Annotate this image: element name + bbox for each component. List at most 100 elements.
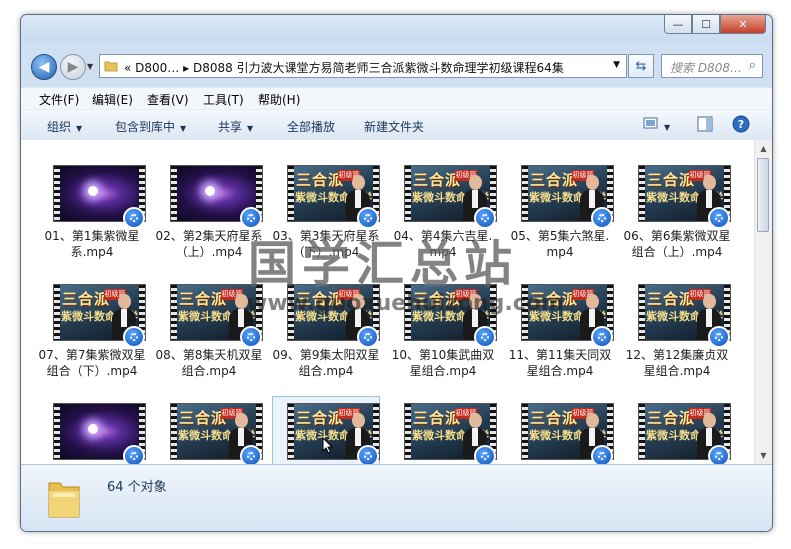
scrollbar-thumb[interactable]	[757, 158, 769, 232]
file-item[interactable]: 三合派初级篇紫微斗数命理学17、第17集星耀	[505, 395, 615, 464]
title-bar: — ☐ ✕	[21, 15, 772, 43]
media-player-icon	[708, 207, 730, 229]
file-item[interactable]: 02、第2集天府星系（上）.mp4	[154, 157, 264, 277]
file-item[interactable]: 13、第13集四化	[37, 395, 147, 464]
preview-pane-button[interactable]	[697, 116, 713, 135]
help-icon: ?	[732, 115, 750, 133]
file-thumbnail-frame: 三合派 初级篇 紫微斗数命理学	[156, 278, 263, 348]
thumbnail-title: 三合派	[647, 290, 696, 308]
help-button[interactable]: ?	[732, 115, 750, 136]
file-item[interactable]: 三合派 初级篇 紫微斗数命理学 06、第6集紫微双星组合（上）.mp4	[622, 157, 732, 277]
preview-pane-icon	[697, 116, 713, 132]
arrow-right-icon: ▶	[67, 59, 79, 75]
file-thumbnail-frame: 三合派 初级篇 紫微斗数命理学	[507, 278, 614, 348]
refresh-icon: ⇆	[635, 58, 647, 74]
vertical-scrollbar[interactable]: ▲ ▼	[754, 140, 772, 464]
maximize-button[interactable]: ☐	[692, 15, 720, 34]
film-strip	[405, 404, 411, 459]
film-strip	[171, 404, 177, 459]
media-player-icon	[357, 207, 379, 229]
thumbnail-title: 三合派	[296, 290, 345, 308]
file-thumbnail-frame: 三合派 初级篇 紫微斗数命理学	[507, 159, 614, 229]
forward-button[interactable]: ▶	[60, 54, 86, 80]
thumbnail-title: 三合派	[647, 171, 696, 189]
command-bar: 组织 ▼ 包含到库中 ▼ 共享 ▼ 全部播放 新建文件夹 ▼ ?	[21, 109, 772, 141]
file-name: 08、第8集天机双星组合.mp4	[155, 348, 263, 378]
breadcrumb[interactable]: « D800… ▸ D8088 引力波大课堂方易简老师三合派紫微斗数命理学初级课…	[124, 59, 564, 76]
file-item[interactable]: 三合派 初级篇 紫微斗数命理学 07、第7集紫微双星组合（下）.mp4	[37, 276, 147, 396]
file-item[interactable]: 三合派 初级篇 紫微斗数命理学 10、第10集武曲双星组合.mp4	[388, 276, 498, 396]
address-bar[interactable]: « D800… ▸ D8088 引力波大课堂方易简老师三合派紫微斗数命理学初级课…	[99, 54, 627, 78]
media-player-icon	[240, 207, 262, 229]
file-name: 01、第1集紫微星系.mp4	[44, 229, 140, 259]
play-all-button[interactable]: 全部播放	[287, 118, 335, 135]
media-player-icon	[708, 326, 730, 348]
file-name: 06、第6集紫微双星组合（上）.mp4	[623, 229, 731, 259]
file-thumbnail-frame: 三合派 初级篇 紫微斗数命理学	[390, 159, 497, 229]
film-strip	[288, 285, 294, 340]
file-item[interactable]: 三合派 初级篇 紫微斗数命理学 03、第3集天府星系（下）.mp4	[271, 157, 381, 277]
file-item[interactable]: 三合派初级篇紫微斗数命理学14、第14集四化	[154, 395, 264, 464]
file-thumbnail-frame: 三合派 初级篇 紫微斗数命理学	[624, 159, 731, 229]
search-placeholder: 搜索 D808…	[670, 61, 742, 75]
file-item[interactable]: 三合派初级篇紫微斗数命理学16、第16集星耀	[388, 395, 498, 464]
scroll-down-button[interactable]: ▼	[755, 447, 772, 464]
navigation-row: ◀ ▶ ▼ « D800… ▸ D8088 引力波大课堂方易简老师三合派紫微斗数…	[21, 51, 772, 81]
thumbnail-title: 三合派	[62, 290, 111, 308]
thumbnail-title: 三合派	[296, 409, 345, 427]
thumbnail-title: 三合派	[413, 290, 462, 308]
file-thumbnail-frame: 三合派 初级篇 紫微斗数命理学	[39, 278, 146, 348]
file-item[interactable]: 三合派 初级篇 紫微斗数命理学 05、第5集六煞星.mp4	[505, 157, 615, 277]
recent-pages-dropdown[interactable]: ▼	[87, 62, 93, 71]
caption-buttons: — ☐ ✕	[664, 15, 766, 35]
close-button[interactable]: ✕	[720, 15, 766, 34]
search-icon[interactable]: ⌕	[749, 58, 756, 73]
thumbnail-title: 三合派	[179, 290, 228, 308]
film-strip	[54, 166, 60, 221]
galaxy-star	[205, 186, 215, 196]
film-strip	[639, 166, 645, 221]
file-name: 03、第3集天府星系（下）.mp4	[272, 229, 380, 259]
menu-help[interactable]: 帮助(H)	[258, 91, 300, 108]
organize-button[interactable]: 组织 ▼	[47, 118, 82, 135]
file-item[interactable]: 三合派 初级篇 紫微斗数命理学 11、第11集天同双星组合.mp4	[505, 276, 615, 396]
media-player-icon	[708, 445, 730, 464]
share-button[interactable]: 共享 ▼	[218, 118, 253, 135]
file-thumbnail-frame: 三合派 初级篇 紫微斗数命理学	[156, 397, 263, 464]
menu-edit[interactable]: 编辑(E)	[92, 91, 133, 108]
media-player-icon	[123, 207, 145, 229]
menu-file[interactable]: 文件(F)	[39, 91, 79, 108]
back-button[interactable]: ◀	[31, 54, 57, 80]
file-item[interactable]: 三合派初级篇紫微斗数命理学18、第18集星耀	[622, 395, 732, 464]
file-thumbnail-frame	[39, 397, 146, 464]
arrow-left-icon: ◀	[38, 59, 50, 75]
file-item[interactable]: 三合派 初级篇 紫微斗数命理学 04、第4集六吉星.mp4	[388, 157, 498, 277]
file-name: 11、第11集天同双星组合.mp4	[508, 348, 612, 378]
scroll-up-button[interactable]: ▲	[755, 140, 772, 157]
file-item[interactable]: 01、第1集紫微星系.mp4	[37, 157, 147, 277]
include-library-button[interactable]: 包含到库中 ▼	[115, 118, 186, 135]
file-thumbnail-frame: 三合派 初级篇 紫微斗数命理学	[390, 397, 497, 464]
include-library-label: 包含到库中	[115, 120, 176, 134]
new-folder-button[interactable]: 新建文件夹	[364, 118, 424, 135]
thumbnail-title: 三合派	[296, 171, 345, 189]
minimize-button[interactable]: —	[664, 15, 692, 34]
media-player-icon	[474, 207, 496, 229]
file-item[interactable]: 三合派 初级篇 紫微斗数命理学 12、第12集廉贞双星组合.mp4	[622, 276, 732, 396]
address-history-dropdown[interactable]: ▼	[613, 60, 620, 70]
film-strip	[54, 285, 60, 340]
media-player-icon	[591, 207, 613, 229]
film-strip	[639, 285, 645, 340]
media-player-icon	[357, 326, 379, 348]
file-item[interactable]: 三合派 初级篇 紫微斗数命理学 08、第8集天机双星组合.mp4	[154, 276, 264, 396]
file-list[interactable]: 01、第1集紫微星系.mp4 02、第2集天府星系（上）.mp4 三合派 初级篇 紫微斗…	[21, 140, 772, 464]
view-options-button[interactable]: ▼	[643, 116, 670, 133]
search-input[interactable]: 搜索 D808… ⌕	[661, 54, 763, 78]
view-icon	[643, 117, 658, 129]
chevron-down-icon: ▼	[247, 124, 254, 133]
menu-view[interactable]: 查看(V)	[147, 91, 189, 108]
file-item[interactable]: 三合派 初级篇 紫微斗数命理学 09、第9集太阳双星组合.mp4	[271, 276, 381, 396]
refresh-button[interactable]: ⇆	[628, 54, 654, 78]
film-strip	[405, 285, 411, 340]
menu-tools[interactable]: 工具(T)	[203, 91, 244, 108]
